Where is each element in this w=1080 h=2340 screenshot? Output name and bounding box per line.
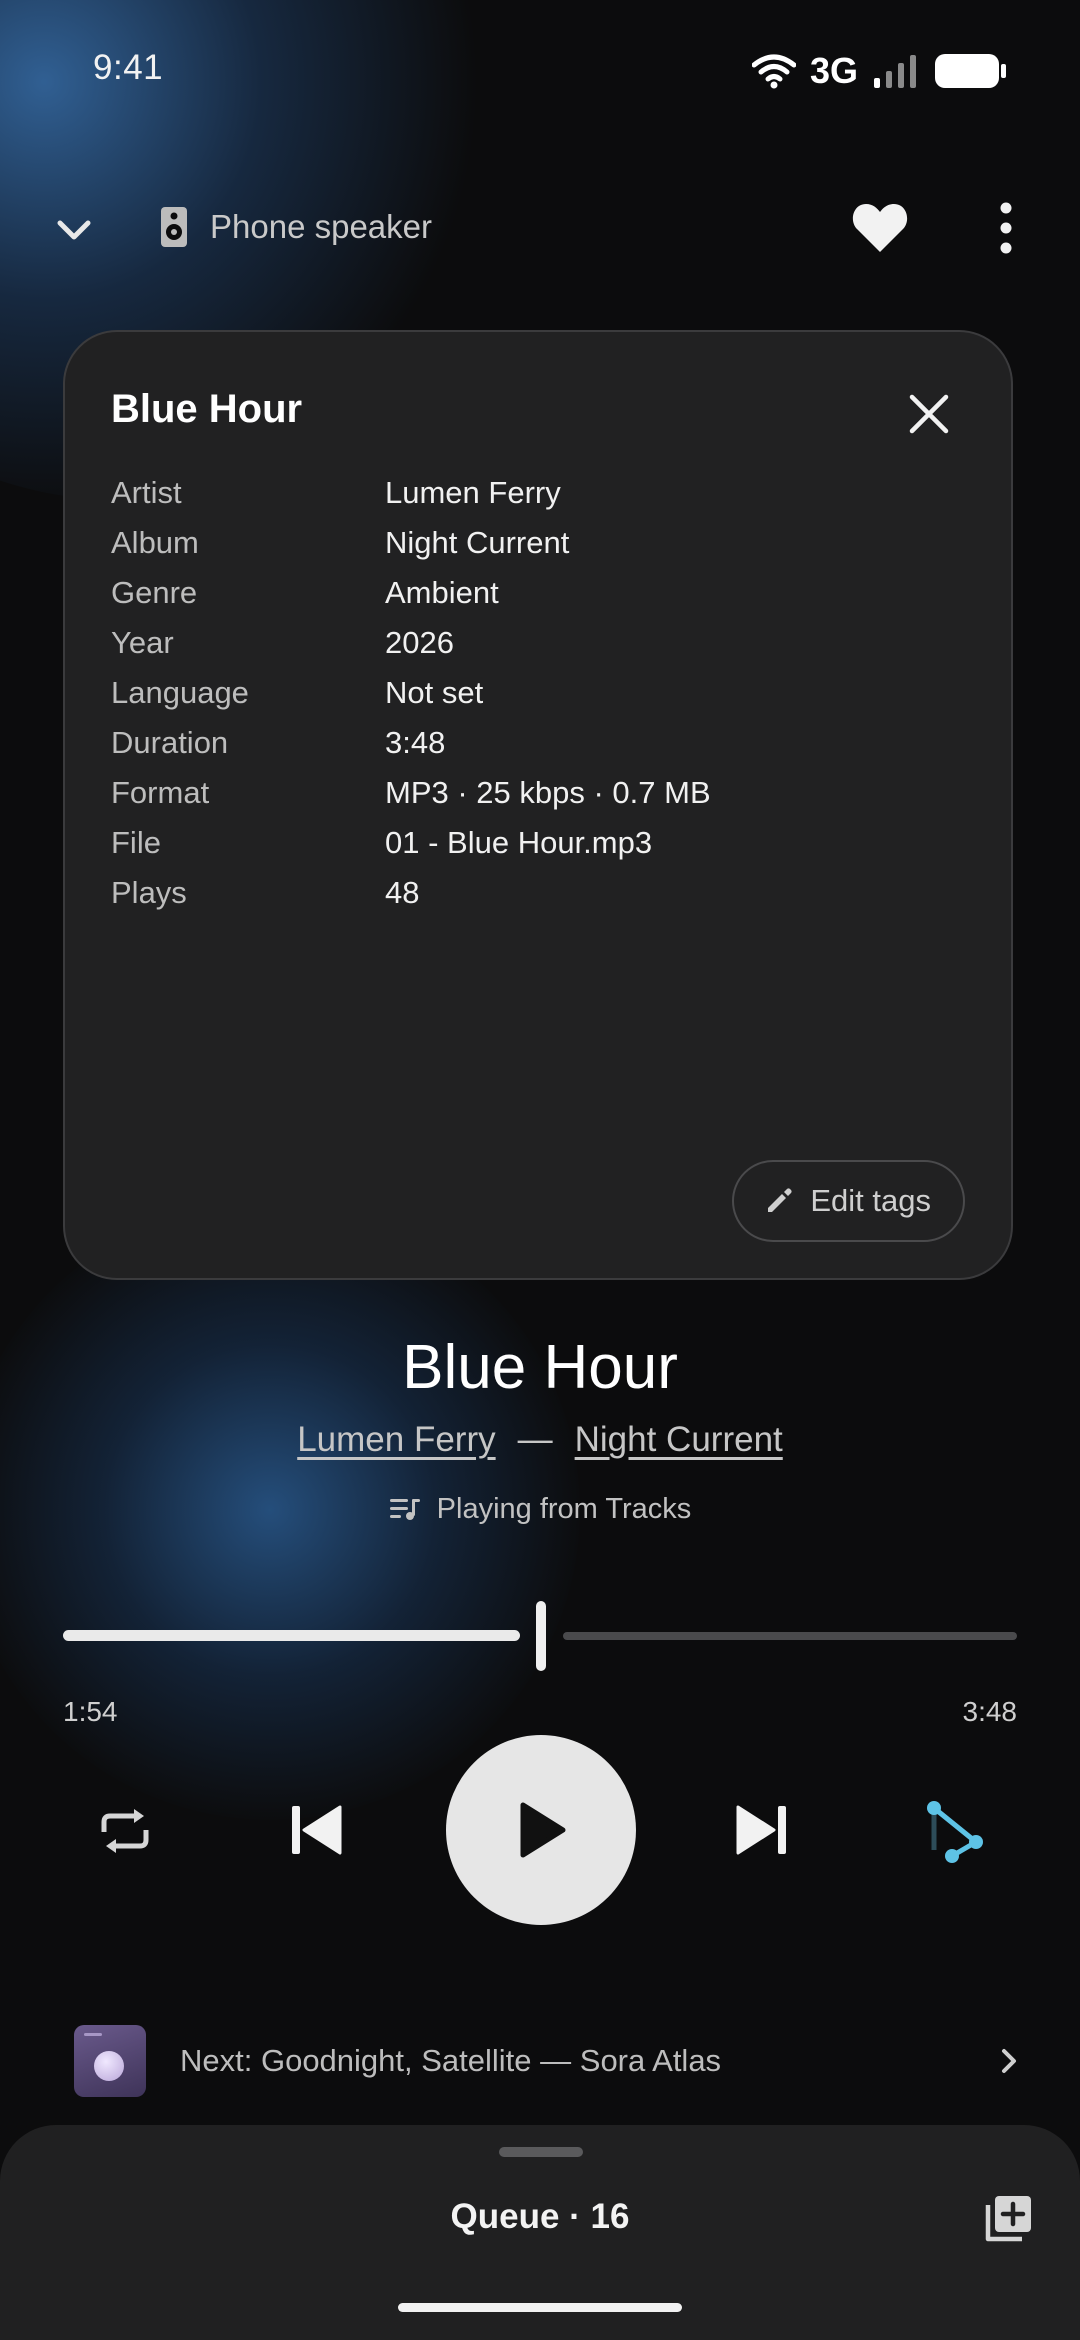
playlist-icon bbox=[389, 1498, 420, 1520]
info-value: 48 bbox=[385, 875, 420, 910]
play-button[interactable] bbox=[446, 1735, 636, 1925]
drag-handle[interactable] bbox=[499, 2147, 583, 2157]
info-row-language: Language Not set bbox=[111, 668, 483, 718]
next-button[interactable] bbox=[736, 1803, 788, 1857]
shuffle-icon bbox=[927, 1801, 983, 1863]
previous-icon bbox=[292, 1805, 342, 1855]
add-to-queue-button[interactable] bbox=[982, 2193, 1034, 2245]
info-key: Album bbox=[111, 525, 199, 560]
playing-source[interactable]: Playing from Tracks bbox=[0, 1493, 1080, 1526]
info-key: Genre bbox=[111, 575, 198, 610]
info-row-file: File 01 - Blue Hour.mp3 bbox=[111, 818, 652, 868]
info-key: File bbox=[111, 825, 161, 860]
more-vertical-icon bbox=[1000, 202, 1012, 254]
info-key: Duration bbox=[111, 725, 229, 760]
repeat-button[interactable] bbox=[98, 1806, 152, 1856]
play-icon bbox=[520, 1802, 566, 1858]
chevron-down-icon bbox=[57, 220, 91, 240]
next-up-row[interactable]: Next: Goodnight, Satellite — Sora Atlas bbox=[74, 2024, 1020, 2098]
add-to-playlist-icon bbox=[985, 2196, 1031, 2242]
info-row-artist: Artist Lumen Ferry bbox=[111, 468, 561, 518]
next-up-label: Next: Goodnight, Satellite — Sora Atlas bbox=[180, 2043, 722, 2078]
info-value: 2026 bbox=[385, 625, 454, 660]
next-icon bbox=[736, 1805, 786, 1855]
info-value: Night Current bbox=[385, 525, 570, 560]
network-type: 3G bbox=[809, 50, 858, 91]
info-row-duration: Duration 3:48 bbox=[111, 718, 445, 768]
info-key: Artist bbox=[111, 475, 182, 510]
info-value: Not set bbox=[385, 675, 484, 710]
previous-button[interactable] bbox=[290, 1803, 342, 1857]
queue-sheet[interactable]: Queue · 16 bbox=[0, 2125, 1080, 2340]
song-title: Blue Hour bbox=[402, 1333, 678, 1402]
card-title: Blue Hour bbox=[111, 387, 303, 431]
info-value: Ambient bbox=[385, 575, 499, 610]
battery-icon bbox=[935, 54, 1006, 88]
repeat-icon bbox=[101, 1809, 149, 1853]
info-row-plays: Plays 48 bbox=[111, 868, 419, 918]
chevron-right-icon bbox=[1002, 2049, 1016, 2073]
track-info-card: Blue Hour Artist Lumen Ferry Album Night… bbox=[63, 330, 1013, 1280]
close-icon bbox=[909, 394, 949, 434]
info-value: MP3 · 25 kbps · 0.7 MB bbox=[385, 775, 711, 810]
edit-tags-button[interactable]: Edit tags bbox=[732, 1160, 965, 1242]
edit-tags-label: Edit tags bbox=[810, 1183, 931, 1218]
info-row-format: Format MP3 · 25 kbps · 0.7 MB bbox=[111, 768, 711, 818]
next-up-artwork bbox=[74, 2025, 146, 2097]
total-time: 3:48 bbox=[962, 1696, 1018, 1727]
shuffle-button[interactable] bbox=[924, 1798, 986, 1864]
home-indicator bbox=[398, 2303, 682, 2312]
wifi-icon bbox=[751, 54, 796, 89]
song-credits: Lumen Ferry — Night Current bbox=[0, 1420, 1080, 1460]
output-device-selector[interactable]: Phone speaker bbox=[160, 206, 432, 248]
signal-icon bbox=[874, 55, 916, 88]
info-key: Language bbox=[111, 675, 249, 710]
elapsed-time: 1:54 bbox=[63, 1696, 118, 1727]
seekbar-played[interactable] bbox=[63, 1630, 520, 1641]
status-time: 9:41 bbox=[93, 48, 164, 87]
info-row-album: Album Night Current bbox=[111, 518, 569, 568]
status-icons: 3G bbox=[751, 50, 1008, 92]
seekbar-remaining[interactable] bbox=[563, 1632, 1017, 1640]
info-key: Plays bbox=[111, 875, 187, 910]
album-link[interactable]: Night Current bbox=[575, 1420, 783, 1459]
info-value: 01 - Blue Hour.mp3 bbox=[385, 825, 653, 860]
seekbar-thumb[interactable] bbox=[536, 1601, 546, 1671]
playing-source-label: Playing from Tracks bbox=[436, 1493, 692, 1525]
info-value: 3:48 bbox=[385, 725, 446, 760]
collapse-button[interactable] bbox=[52, 208, 96, 252]
queue-label: Queue · 16 bbox=[450, 2197, 630, 2236]
more-options-button[interactable] bbox=[994, 202, 1018, 254]
credit-separator: — bbox=[517, 1420, 553, 1459]
output-device-label: Phone speaker bbox=[210, 208, 432, 245]
pencil-icon bbox=[768, 1188, 792, 1212]
info-row-genre: Genre Ambient bbox=[111, 568, 499, 618]
info-key: Year bbox=[111, 625, 174, 660]
close-card-button[interactable] bbox=[897, 382, 961, 446]
artist-link[interactable]: Lumen Ferry bbox=[297, 1420, 495, 1459]
favorite-button[interactable] bbox=[851, 200, 909, 256]
speaker-icon bbox=[161, 207, 187, 247]
info-value: Lumen Ferry bbox=[385, 475, 561, 510]
heart-icon bbox=[852, 204, 908, 252]
info-row-year: Year 2026 bbox=[111, 618, 454, 668]
info-key: Format bbox=[111, 775, 210, 810]
